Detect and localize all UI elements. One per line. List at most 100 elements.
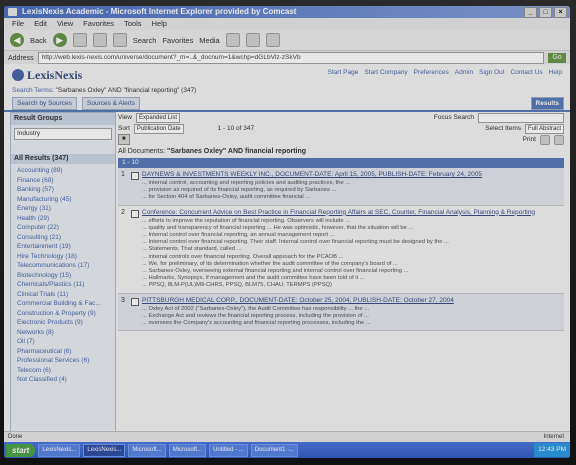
tab-sources-alerts[interactable]: Sources & Alerts xyxy=(82,97,141,110)
group-item[interactable]: Manufacturing (45) xyxy=(17,195,115,205)
sort-select[interactable]: Publication Date xyxy=(133,123,184,134)
focus-search-input[interactable] xyxy=(478,112,564,123)
menu-favorites[interactable]: Favorites xyxy=(83,18,114,30)
windows-taskbar: start LexisNexis... LexisNexis... Micros… xyxy=(4,442,570,458)
group-item[interactable]: Biotechnology (15) xyxy=(17,271,115,281)
lexisnexis-logo[interactable]: LexisNexis xyxy=(12,68,82,83)
search-button[interactable]: Search xyxy=(133,36,157,45)
all-results-link[interactable]: All Results (347) xyxy=(11,154,115,164)
group-item[interactable]: Banking (57) xyxy=(17,185,115,195)
result-checkbox[interactable] xyxy=(131,297,139,306)
result-item: 3 PITTSBURGH MEDICAL CORP., DOCUMENT-DAT… xyxy=(118,293,564,332)
group-item[interactable]: Oil (7) xyxy=(17,337,115,347)
lexisnexis-page: LexisNexis Start Page Start Company Pref… xyxy=(4,64,570,442)
mail-icon[interactable] xyxy=(245,33,260,47)
window-controls: _ □ × xyxy=(524,7,567,18)
result-number: 2 xyxy=(121,208,125,216)
group-item[interactable]: Entertainment (19) xyxy=(17,242,115,252)
search-terms-query: "Sarbanes Oxley" AND "financial reportin… xyxy=(55,87,197,94)
group-item[interactable]: Hire Technology (18) xyxy=(17,252,115,262)
system-tray-clock[interactable]: 12:43 PM xyxy=(534,443,570,457)
menu-edit[interactable]: Edit xyxy=(34,18,47,30)
group-item[interactable]: Pharmaceutical (6) xyxy=(17,347,115,357)
link-preferences[interactable]: Preferences xyxy=(414,69,449,76)
menu-tools[interactable]: Tools xyxy=(124,18,142,30)
result-headline[interactable]: DAYNEWS & INVESTMENTS WEEKLY INC., DOCUM… xyxy=(142,171,560,178)
result-checkbox[interactable] xyxy=(131,172,139,180)
group-item[interactable]: Commercial Building & Fac... xyxy=(17,299,115,309)
forward-arrow-icon[interactable]: ▶ xyxy=(52,33,67,47)
print-label[interactable]: Print xyxy=(523,136,536,143)
result-headline[interactable]: Conference: Concurrent Advice on Best Pr… xyxy=(142,209,560,216)
group-item[interactable]: Networks (8) xyxy=(17,328,115,338)
photo-background: LexisNexis Academic - Microsoft Internet… xyxy=(0,0,576,465)
select-items-dropdown[interactable]: Full Abstract xyxy=(524,123,564,134)
view-select[interactable]: Expanded List xyxy=(135,112,181,123)
link-contact-us[interactable]: Contact Us xyxy=(510,69,542,76)
stop-icon[interactable] xyxy=(72,33,87,47)
tab-search-by-sources[interactable]: Search by Sources xyxy=(12,97,77,110)
result-snippet: ... Oxley Act of 2002 ("Sarbanes-Oxley")… xyxy=(142,305,371,327)
link-help[interactable]: Help xyxy=(549,69,562,76)
home-icon[interactable] xyxy=(112,33,127,47)
taskbar-item[interactable]: Document1 -... xyxy=(250,443,299,457)
media-button[interactable]: Media xyxy=(199,36,219,45)
link-admin[interactable]: Admin xyxy=(455,69,473,76)
result-groups-select[interactable]: Industry xyxy=(14,128,112,140)
tab-results[interactable]: Results xyxy=(530,97,564,110)
print-icon[interactable] xyxy=(265,33,280,47)
start-button[interactable]: start xyxy=(6,443,36,457)
taskbar-item[interactable]: LexisNexis... xyxy=(83,443,126,457)
results-list-header: 1 - 10 xyxy=(118,158,564,168)
result-headline[interactable]: PITTSBURGH MEDICAL CORP., DOCUMENT-DATE:… xyxy=(142,297,560,304)
minimize-button[interactable]: _ xyxy=(524,7,537,18)
taskbar-item[interactable]: Microsoft... xyxy=(168,443,207,457)
result-snippet: ... internal control, accounting and rep… xyxy=(142,180,351,201)
ie-icon xyxy=(8,8,17,16)
email-icon[interactable] xyxy=(554,134,564,145)
group-item[interactable]: Telecom (6) xyxy=(17,366,115,376)
history-icon[interactable] xyxy=(225,33,240,47)
group-item[interactable]: Finance (68) xyxy=(17,176,115,186)
result-number: 3 xyxy=(121,296,125,304)
result-checkbox[interactable] xyxy=(131,209,139,218)
group-item[interactable]: Telecommunications (17) xyxy=(17,261,115,271)
result-number: 1 xyxy=(121,171,125,178)
refresh-icon[interactable] xyxy=(92,33,107,47)
back-arrow-icon[interactable]: ◀ xyxy=(10,33,24,47)
print-icon[interactable] xyxy=(540,134,550,145)
group-item[interactable]: Consulting (21) xyxy=(17,233,115,243)
security-zone: Internet xyxy=(543,434,564,440)
link-sign-out[interactable]: Sign Out xyxy=(479,69,504,76)
taskbar-item[interactable]: LexisNexis... xyxy=(38,443,81,457)
group-item[interactable]: Chemicals/Plastics (11) xyxy=(17,280,115,290)
group-item[interactable]: Clinical Trials (11) xyxy=(17,290,115,300)
close-button[interactable]: × xyxy=(554,7,567,18)
group-item[interactable]: Energy (31) xyxy=(17,204,115,214)
view-tagged-button[interactable]: ■ xyxy=(118,134,130,145)
group-item[interactable]: Health (29) xyxy=(17,214,115,224)
link-start-company[interactable]: Start Company xyxy=(364,69,407,76)
menu-file[interactable]: File xyxy=(12,18,24,30)
taskbar-item[interactable]: Untitled - ... xyxy=(209,443,248,457)
maximize-button[interactable]: □ xyxy=(539,7,552,18)
menu-view[interactable]: View xyxy=(57,18,73,30)
search-terms: Search Terms: "Sarbanes Oxley" AND "fina… xyxy=(4,86,570,96)
browser-toolbar: ◀ Back ▶ Search Favorites Media xyxy=(4,30,570,51)
link-start-page[interactable]: Start Page xyxy=(328,69,359,76)
back-button[interactable]: Back xyxy=(30,36,47,45)
group-item[interactable]: Construction & Property (9) xyxy=(17,309,115,319)
favorites-button[interactable]: Favorites xyxy=(162,36,193,45)
menu-help[interactable]: Help xyxy=(152,18,167,30)
address-input[interactable]: http://web.lexis-nexis.com/universe/docu… xyxy=(37,52,544,64)
group-item[interactable]: Not Classified (4) xyxy=(17,375,115,385)
group-item[interactable]: Computer (22) xyxy=(17,223,115,233)
taskbar-item[interactable]: Microsoft... xyxy=(128,443,166,457)
go-button[interactable]: Go xyxy=(548,53,566,63)
view-controls: View Expanded List Focus Search xyxy=(118,112,564,123)
browser-screen: LexisNexis Academic - Microsoft Internet… xyxy=(4,6,570,458)
search-terms-label[interactable]: Search Terms: xyxy=(12,87,54,94)
group-item[interactable]: Accounting (89) xyxy=(17,166,115,176)
group-item[interactable]: Electronic Products (9) xyxy=(17,318,115,328)
group-item[interactable]: Professional Services (6) xyxy=(17,356,115,366)
